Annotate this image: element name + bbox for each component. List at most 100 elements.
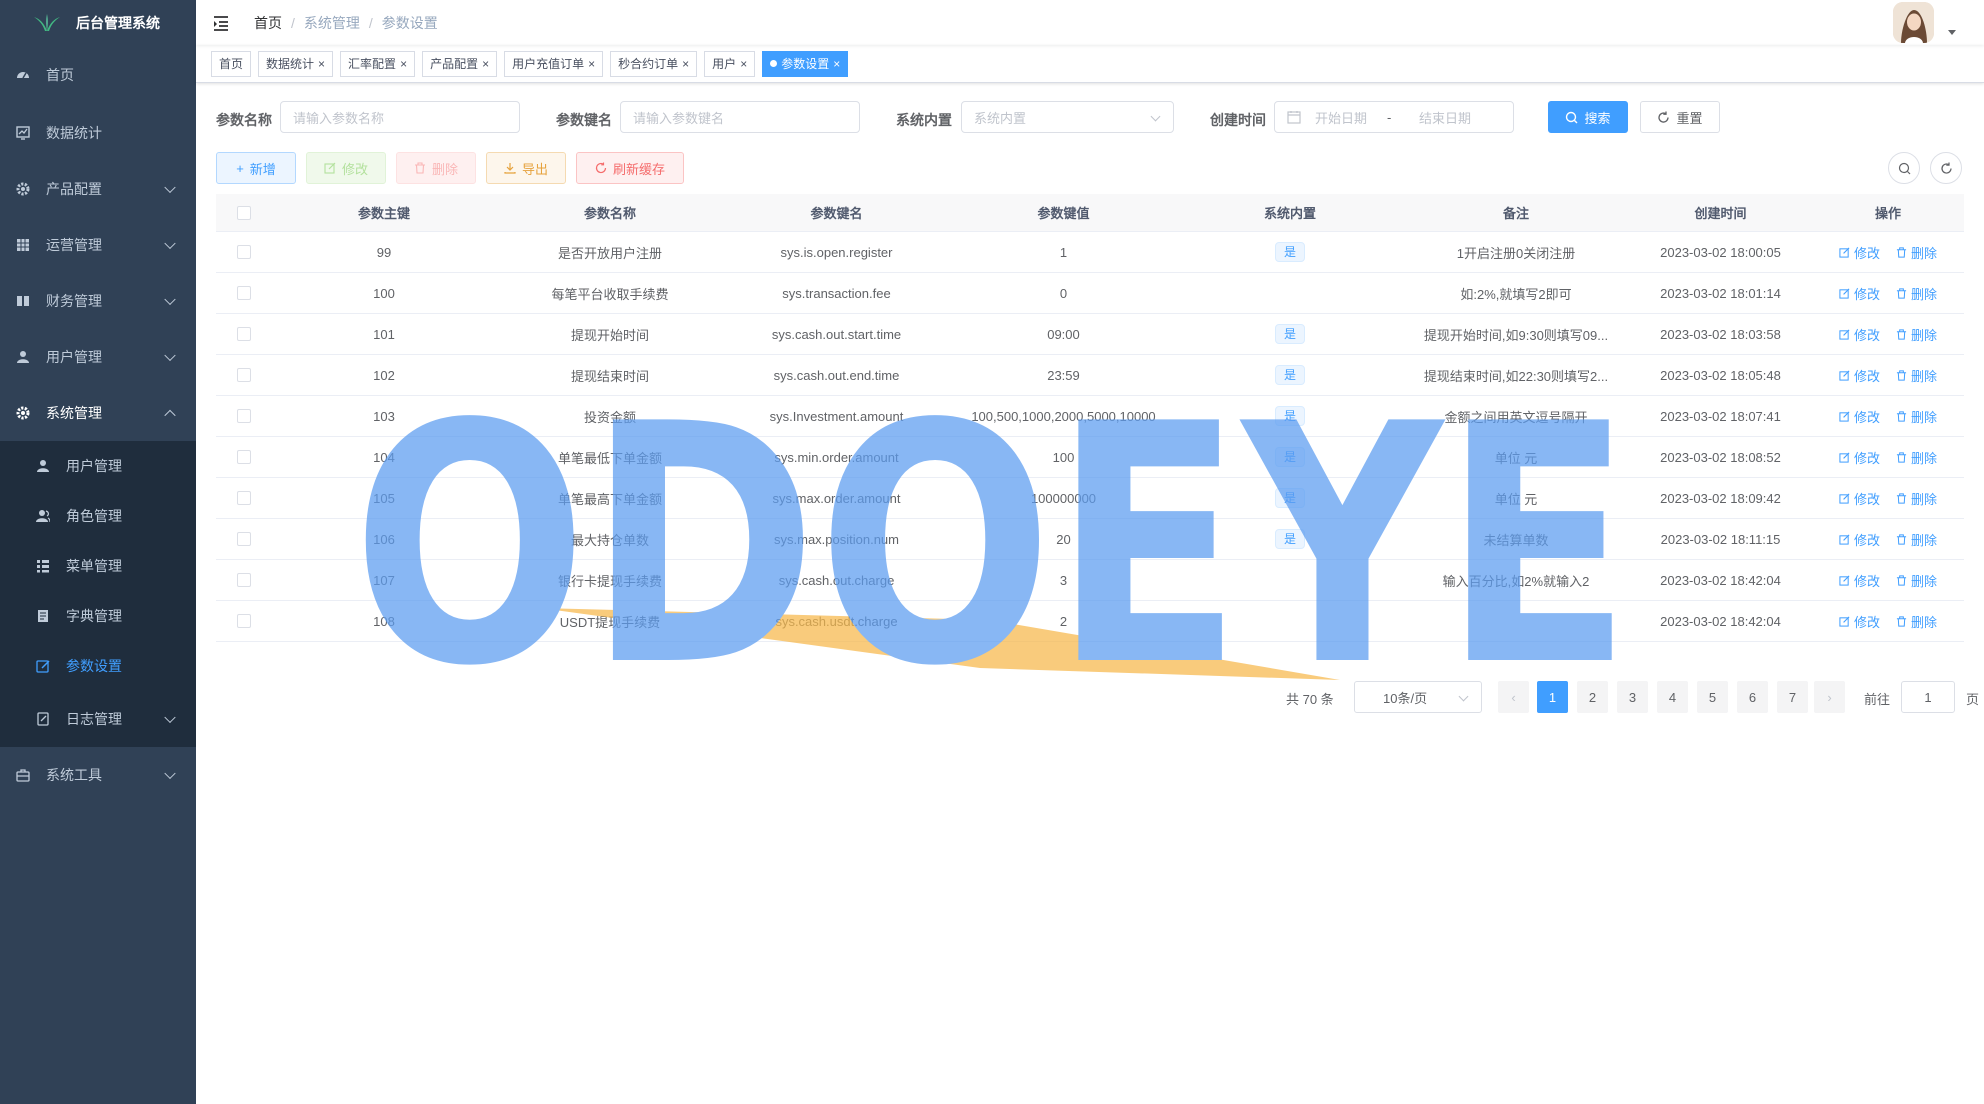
breadcrumb-home[interactable]: 首页	[254, 13, 282, 33]
tag-exchange-rate[interactable]: 汇率配置 ×	[340, 50, 416, 77]
close-icon[interactable]: ×	[682, 57, 689, 71]
row-checkbox[interactable]	[236, 532, 251, 546]
delete-button[interactable]: 删除	[396, 152, 476, 184]
sidebar-item-home[interactable]: 首页	[0, 45, 196, 105]
row-delete-button[interactable]: 删除	[1896, 243, 1937, 262]
close-icon[interactable]: ×	[400, 57, 407, 71]
tag-user[interactable]: 用户 ×	[704, 50, 756, 77]
row-checkbox[interactable]	[236, 614, 251, 628]
search-button[interactable]: 搜索	[1548, 101, 1628, 133]
breadcrumb-system: 系统管理	[303, 14, 360, 31]
row-delete-button[interactable]: 删除	[1896, 530, 1937, 549]
add-button[interactable]: + 新增	[216, 152, 296, 184]
page-button[interactable]: 6	[1737, 681, 1768, 713]
sidebar-item-system[interactable]: 系统管理	[0, 385, 196, 441]
page-button[interactable]: 2	[1577, 681, 1608, 713]
row-edit-button[interactable]: 修改	[1839, 366, 1880, 385]
row-edit-button[interactable]: 修改	[1839, 325, 1880, 344]
close-icon[interactable]: ×	[588, 57, 595, 71]
row-checkbox[interactable]	[236, 409, 251, 423]
row-edit-button[interactable]: 修改	[1839, 612, 1880, 631]
row-delete-button[interactable]: 删除	[1896, 366, 1937, 385]
row-edit-button[interactable]: 修改	[1839, 284, 1880, 303]
sidebar-item-users[interactable]: 用户管理	[0, 329, 196, 385]
param-created: 2023-03-02 18:07:41	[1660, 408, 1781, 424]
reset-button[interactable]: 重置	[1640, 101, 1720, 133]
row-edit-button[interactable]: 修改	[1839, 448, 1880, 467]
sidebar-item-log-mgmt[interactable]: 日志管理	[0, 691, 196, 747]
param-created: 2023-03-02 18:11:15	[1660, 531, 1781, 547]
row-delete-button[interactable]: 删除	[1896, 407, 1937, 426]
builtin-badge: 是	[1274, 529, 1305, 549]
refresh-table-button[interactable]	[1930, 152, 1962, 184]
tag-param-settings[interactable]: 参数设置 ×	[762, 50, 849, 77]
param-created: 2023-03-02 18:42:04	[1660, 613, 1781, 629]
row-edit-button[interactable]: 修改	[1839, 407, 1880, 426]
refresh-cache-button[interactable]: 刷新缓存	[576, 152, 684, 184]
start-date-input[interactable]: 开始日期	[1315, 108, 1387, 127]
hamburger-icon[interactable]	[212, 13, 232, 33]
sidebar-item-operations[interactable]: 运营管理	[0, 217, 196, 273]
tag-statistics[interactable]: 数据统计 ×	[258, 50, 334, 77]
sidebar-item-product[interactable]: 产品配置	[0, 161, 196, 217]
tag-recharge-orders[interactable]: 用户充值订单 ×	[504, 50, 604, 77]
row-edit-button[interactable]: 修改	[1839, 530, 1880, 549]
next-page-button[interactable]: ›	[1814, 681, 1845, 713]
sidebar-item-dict-mgmt[interactable]: 字典管理	[0, 591, 196, 641]
sidebar-item-role-mgmt[interactable]: 角色管理	[0, 491, 196, 541]
tag-contract-orders[interactable]: 秒合约订单 ×	[610, 50, 698, 77]
row-delete-button[interactable]: 删除	[1896, 612, 1937, 631]
sidebar-item-system-tools[interactable]: 系统工具	[0, 747, 196, 803]
row-delete-button[interactable]: 删除	[1896, 284, 1937, 303]
sidebar-item-user-mgmt[interactable]: 用户管理	[0, 441, 196, 491]
export-button[interactable]: 导出	[486, 152, 566, 184]
tag-home[interactable]: 首页	[211, 50, 252, 77]
caret-down-icon[interactable]	[1948, 30, 1956, 35]
row-checkbox[interactable]	[236, 327, 251, 341]
row-delete-button[interactable]: 删除	[1896, 325, 1937, 344]
goto-page-input[interactable]: 1	[1901, 681, 1955, 713]
row-checkbox[interactable]	[236, 450, 251, 464]
sidebar-item-finance[interactable]: 财务管理	[0, 273, 196, 329]
sidebar-item-param-settings[interactable]: 参数设置	[0, 641, 196, 691]
date-range-picker[interactable]: 开始日期 - 结束日期	[1274, 101, 1514, 133]
select-all-checkbox[interactable]	[236, 205, 251, 220]
tag-product[interactable]: 产品配置 ×	[422, 50, 498, 77]
avatar[interactable]	[1893, 2, 1934, 43]
sidebar-item-statistics[interactable]: 数据统计	[0, 105, 196, 161]
row-delete-button[interactable]: 删除	[1896, 489, 1937, 508]
page-button[interactable]: 7	[1777, 681, 1808, 713]
row-actions: 修改 删除	[1812, 284, 1964, 303]
row-checkbox[interactable]	[236, 491, 251, 505]
page-size-select[interactable]: 10条/页	[1354, 681, 1482, 713]
row-edit-button[interactable]: 修改	[1839, 489, 1880, 508]
row-delete-button[interactable]: 删除	[1896, 571, 1937, 590]
row-edit-button[interactable]: 修改	[1839, 571, 1880, 590]
param-remark: 金额之间用英文逗号隔开	[1444, 409, 1588, 425]
row-checkbox[interactable]	[236, 368, 251, 382]
param-name-input[interactable]: 请输入参数名称	[280, 101, 520, 133]
close-icon[interactable]: ×	[318, 57, 325, 71]
param-id: 105	[373, 490, 395, 506]
page-button[interactable]: 3	[1617, 681, 1648, 713]
row-edit-label: 修改	[1853, 327, 1880, 343]
page-button[interactable]: 4	[1657, 681, 1688, 713]
builtin-select[interactable]: 系统内置	[961, 101, 1174, 133]
close-icon[interactable]: ×	[833, 57, 840, 71]
end-date-input[interactable]: 结束日期	[1419, 108, 1471, 127]
row-checkbox[interactable]	[236, 286, 251, 300]
prev-page-button[interactable]: ‹	[1498, 681, 1529, 713]
close-icon[interactable]: ×	[740, 57, 747, 71]
logo[interactable]: 后台管理系统	[0, 0, 196, 45]
row-delete-button[interactable]: 删除	[1896, 448, 1937, 467]
close-icon[interactable]: ×	[482, 57, 489, 71]
row-checkbox[interactable]	[236, 573, 251, 587]
toggle-search-button[interactable]	[1888, 152, 1920, 184]
page-button[interactable]: 5	[1697, 681, 1728, 713]
row-checkbox[interactable]	[236, 245, 251, 259]
page-button[interactable]: 1	[1537, 681, 1568, 713]
sidebar-item-menu-mgmt[interactable]: 菜单管理	[0, 541, 196, 591]
param-key-input[interactable]: 请输入参数键名	[620, 101, 860, 133]
edit-button[interactable]: 修改	[306, 152, 386, 184]
row-edit-button[interactable]: 修改	[1839, 243, 1880, 262]
